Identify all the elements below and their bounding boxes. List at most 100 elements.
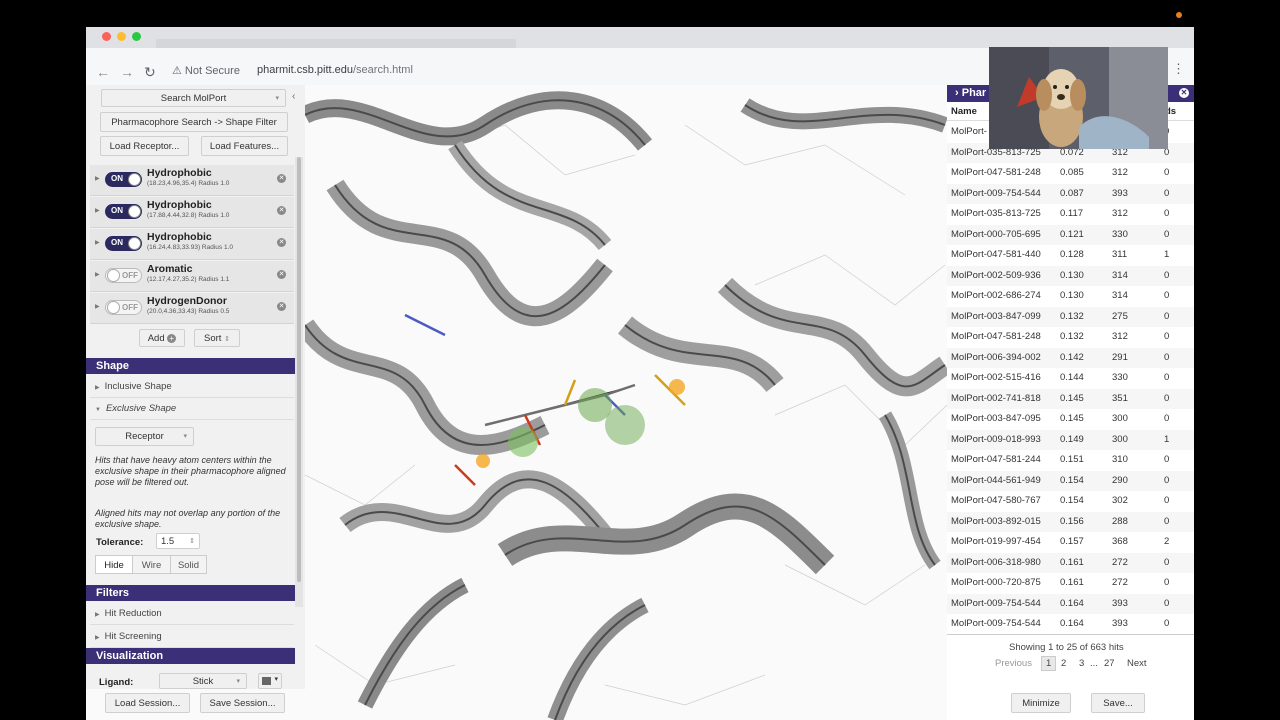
display-hide-button[interactable]: Hide — [95, 555, 133, 574]
delete-feature-icon[interactable]: ✕ — [277, 174, 286, 183]
feature-coords: (18.23,4.96,35.4) Radius 1.0 — [147, 180, 230, 187]
table-row[interactable]: MolPort-003-892-015 0.156 288 0 — [947, 511, 1194, 532]
mass-cell: 393 — [1112, 618, 1128, 629]
not-secure-label[interactable]: ⚠ Not Secure — [172, 64, 240, 77]
reload-icon[interactable]: ↻ — [144, 64, 156, 81]
table-row[interactable]: MolPort-002-741-818 0.145 351 0 — [947, 388, 1194, 409]
search-molport-button[interactable]: Search MolPort ▾ — [101, 89, 286, 107]
table-row[interactable]: MolPort-044-561-949 0.154 290 0 — [947, 470, 1194, 491]
hit-screening-section[interactable]: ▶ Hit Screening — [90, 626, 294, 648]
expand-arrow-icon[interactable]: ▶ — [95, 175, 100, 182]
table-row[interactable]: MolPort-009-754-544 0.164 393 0 — [947, 614, 1194, 635]
tolerance-input[interactable]: 1.5 ⇕ — [156, 533, 200, 549]
ligand-color-picker[interactable]: ▾ — [258, 673, 282, 689]
feature-row[interactable]: ▶ ON Hydrophobic (16.24,4.83,33.93) Radi… — [90, 229, 294, 260]
rotatable-bonds-cell: 0 — [1164, 187, 1170, 199]
close-icon[interactable]: ✕ — [1179, 88, 1189, 98]
delete-feature-icon[interactable]: ✕ — [277, 302, 286, 311]
load-features-button[interactable]: Load Features... — [201, 136, 288, 156]
save-results-button[interactable]: Save... — [1091, 693, 1145, 713]
feature-toggle[interactable]: ON — [105, 204, 142, 219]
expand-arrow-icon[interactable]: ▶ — [95, 271, 100, 278]
delete-feature-icon[interactable]: ✕ — [277, 238, 286, 247]
feature-toggle[interactable]: OFF — [105, 268, 142, 283]
collapse-sidebar-icon[interactable]: ‹ — [292, 91, 295, 102]
stepper-icon[interactable]: ⇕ — [189, 534, 195, 549]
sort-button[interactable]: Sort ⇕ — [194, 329, 240, 347]
rmsd-cell: 0.087 — [1060, 187, 1084, 199]
table-row[interactable]: MolPort-000-705-695 0.121 330 0 — [947, 224, 1194, 245]
delete-feature-icon[interactable]: ✕ — [277, 270, 286, 279]
feature-row[interactable]: ▶ ON Hydrophobic (17.88,4.44,32.8) Radiu… — [90, 197, 294, 228]
expand-arrow-icon[interactable]: ▶ — [95, 207, 100, 214]
display-wire-button[interactable]: Wire — [132, 555, 171, 574]
expand-arrow-icon[interactable]: ▶ — [95, 303, 100, 310]
table-row[interactable]: MolPort-002-515-416 0.144 330 0 — [947, 368, 1194, 389]
shape-header[interactable]: Shape — [86, 358, 295, 374]
rotatable-bonds-cell: 0 — [1164, 310, 1170, 322]
feature-row[interactable]: ▶ OFF HydrogenDonor (20.0,4.36,33.43) Ra… — [90, 293, 294, 324]
minimize-window-button[interactable] — [117, 32, 126, 41]
feature-row[interactable]: ▶ OFF Aromatic (12.17,4.27,35.2) Radius … — [90, 261, 294, 292]
page-1-button[interactable]: 1 — [1041, 656, 1057, 671]
table-row[interactable]: MolPort-009-754-544 0.164 393 0 — [947, 593, 1194, 614]
hit-reduction-section[interactable]: ▶ Hit Reduction — [90, 603, 294, 625]
tab-strip[interactable] — [156, 39, 516, 48]
minimize-button[interactable]: Minimize — [1011, 693, 1071, 713]
search-molport-label: Search MolPort — [160, 93, 227, 104]
previous-page-button[interactable]: Previous — [995, 658, 1032, 669]
load-session-button[interactable]: Load Session... — [105, 693, 190, 713]
page-27-button[interactable]: 27 — [1104, 658, 1115, 669]
filters-header[interactable]: Filters — [86, 585, 295, 601]
back-icon[interactable]: ← — [96, 64, 110, 80]
maximize-window-button[interactable] — [132, 32, 141, 41]
save-session-button[interactable]: Save Session... — [200, 693, 285, 713]
molecule-name-cell: MolPort-002-686-274 — [951, 290, 1041, 301]
page-2-button[interactable]: 2 — [1061, 658, 1066, 669]
display-solid-button[interactable]: Solid — [170, 555, 207, 574]
browser-menu-icon[interactable]: ⋮ — [1172, 61, 1185, 77]
table-row[interactable]: MolPort-009-754-544 0.087 393 0 — [947, 183, 1194, 204]
molecule-viewer[interactable] — [305, 85, 947, 720]
molecule-name-cell: MolPort-009-018-993 — [951, 433, 1041, 445]
expand-arrow-icon[interactable]: ▶ — [95, 239, 100, 246]
table-row[interactable]: MolPort-047-581-248 0.132 312 0 — [947, 327, 1194, 348]
forward-icon[interactable]: → — [120, 64, 134, 80]
close-window-button[interactable] — [102, 32, 111, 41]
table-row[interactable]: MolPort-047-581-244 0.151 310 0 — [947, 450, 1194, 471]
load-receptor-button[interactable]: Load Receptor... — [100, 136, 189, 156]
ligand-style-select[interactable]: Stick ▾ — [159, 673, 247, 689]
column-name-header[interactable]: Name — [951, 106, 977, 117]
table-row[interactable]: MolPort-003-847-099 0.132 275 0 — [947, 306, 1194, 327]
inclusive-shape-section[interactable]: ▶ Inclusive Shape — [90, 376, 294, 398]
table-row[interactable]: MolPort-035-813-725 0.117 312 0 — [947, 204, 1194, 225]
table-row[interactable]: MolPort-047-581-440 0.128 311 1 — [947, 245, 1194, 266]
table-row[interactable]: MolPort-000-720-875 0.161 272 0 — [947, 573, 1194, 594]
next-page-button[interactable]: Next — [1127, 658, 1147, 669]
molecule-name-cell: MolPort-002-515-416 — [951, 372, 1041, 383]
page-3-button[interactable]: 3 — [1079, 658, 1084, 669]
table-row[interactable]: MolPort-019-997-454 0.157 368 2 — [947, 532, 1194, 553]
rmsd-cell: 0.151 — [1060, 454, 1084, 465]
pharmacophore-to-shape-button[interactable]: Pharmacophore Search -> Shape Filter — [100, 112, 288, 132]
table-row[interactable]: MolPort-009-018-993 0.149 300 1 — [947, 429, 1194, 450]
table-row[interactable]: MolPort-047-580-767 0.154 302 0 — [947, 491, 1194, 512]
sidebar-scrollbar-thumb[interactable] — [297, 157, 301, 582]
table-row[interactable]: MolPort-003-847-095 0.145 300 0 — [947, 409, 1194, 430]
table-row[interactable]: MolPort-002-509-936 0.130 314 0 — [947, 265, 1194, 286]
table-row[interactable]: MolPort-006-318-980 0.161 272 0 — [947, 552, 1194, 573]
delete-feature-icon[interactable]: ✕ — [277, 206, 286, 215]
table-row[interactable]: MolPort-006-394-002 0.142 291 0 — [947, 347, 1194, 368]
exclusive-shape-section[interactable]: ▼ Exclusive Shape — [90, 398, 294, 420]
visualization-header[interactable]: Visualization — [86, 648, 295, 664]
receptor-select[interactable]: Receptor ▾ — [95, 427, 194, 446]
feature-toggle[interactable]: OFF — [105, 300, 142, 315]
table-row[interactable]: MolPort-047-581-248 0.085 312 0 — [947, 163, 1194, 184]
title-bar — [86, 27, 1194, 48]
add-feature-button[interactable]: Add + — [139, 329, 185, 347]
table-row[interactable]: MolPort-002-686-274 0.130 314 0 — [947, 286, 1194, 307]
feature-toggle[interactable]: ON — [105, 236, 142, 251]
url-field[interactable]: pharmit.csb.pitt.edu/search.html — [257, 64, 413, 76]
feature-row[interactable]: ▶ ON Hydrophobic (18.23,4.96,35.4) Radiu… — [90, 165, 294, 196]
feature-toggle[interactable]: ON — [105, 172, 142, 187]
